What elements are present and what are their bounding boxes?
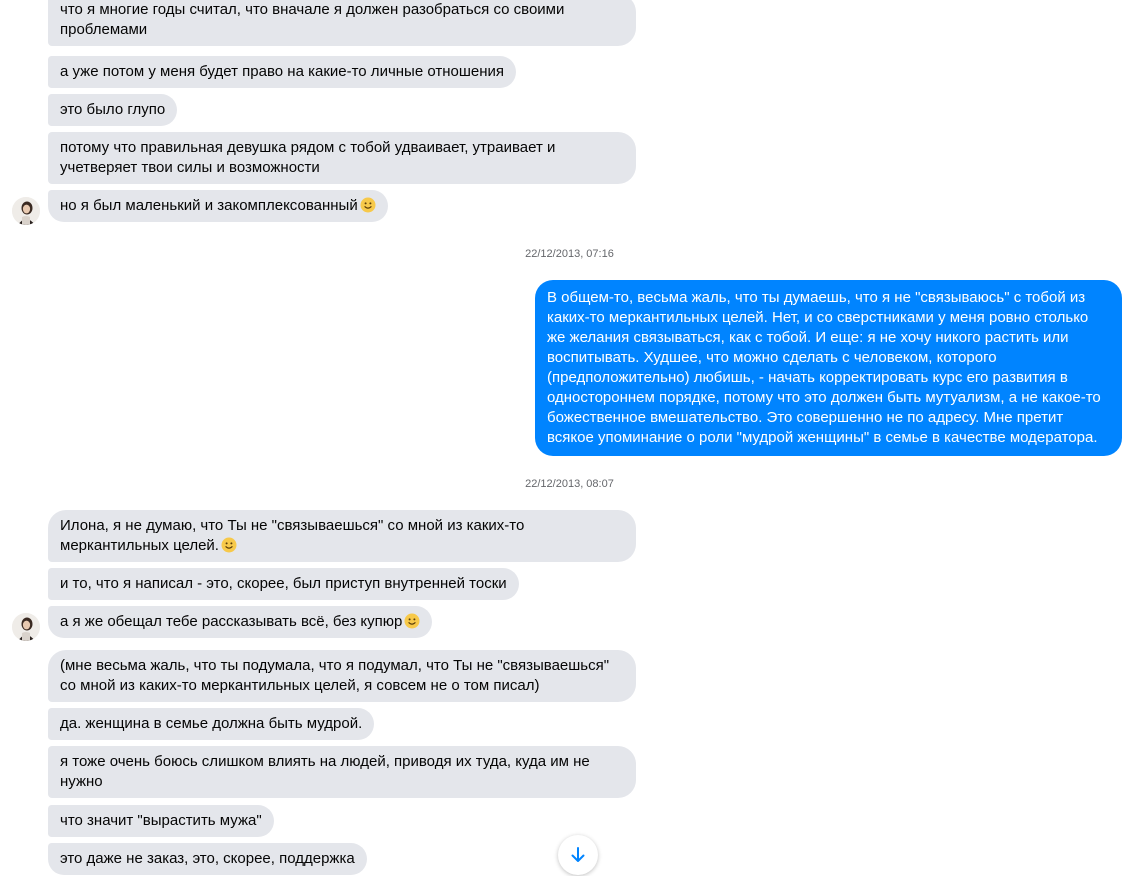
contact-avatar[interactable] [12, 613, 40, 641]
timestamp: 22/12/2013, 07:16 [525, 248, 614, 260]
message-bubble[interactable]: а уже потом у меня будет право на какие-… [48, 56, 517, 88]
message-bubble[interactable]: а я же обещал тебе рассказывать всё, без… [48, 606, 433, 638]
timestamp: 22/12/2013, 08:07 [525, 478, 614, 490]
message-text: что значит "вырастить мужа" [60, 812, 262, 829]
message-text: но я был маленький и закомплексованный [60, 197, 358, 214]
message-text: В общем-то, весьма жаль, что ты думаешь,… [547, 289, 1101, 446]
message-text: Илона, я не думаю, что Ты не "связываешь… [60, 517, 525, 554]
message-text: это даже не заказ, это, скорее, поддержк… [60, 850, 355, 867]
message-bubble[interactable]: (мне весьма жаль, что ты подумала, что я… [48, 650, 636, 702]
message-bubble[interactable]: но я был маленький и закомплексованный [48, 190, 388, 222]
smiley-emoji-icon [221, 537, 237, 553]
message-bubble[interactable]: это было глупо [48, 94, 178, 126]
smiley-emoji-icon [404, 613, 420, 629]
avatar-image [12, 197, 40, 225]
message-text: а уже потом у меня будет право на какие-… [60, 63, 505, 80]
contact-avatar[interactable] [12, 197, 40, 225]
message-bubble[interactable]: я тоже очень боюсь слишком влиять на люд… [48, 746, 636, 798]
message-bubble[interactable]: это даже не заказ, это, скорее, поддержк… [48, 843, 367, 875]
message-text: потому что правильная девушка рядом с то… [60, 139, 556, 176]
message-bubble-outgoing[interactable]: В общем-то, весьма жаль, что ты думаешь,… [535, 280, 1122, 456]
message-bubble[interactable]: потому что правильная девушка рядом с то… [48, 132, 636, 184]
message-bubble[interactable]: да. женщина в семье должна быть мудрой. [48, 708, 375, 740]
message-text: я тоже очень боюсь слишком влиять на люд… [60, 753, 590, 790]
message-text: да. женщина в семье должна быть мудрой. [60, 715, 363, 732]
message-text: и то, что я написал - это, скорее, был п… [60, 575, 507, 592]
message-bubble[interactable]: что значит "вырастить мужа" [48, 805, 274, 837]
scroll-to-bottom-button[interactable] [558, 835, 598, 875]
message-bubble[interactable]: Илона, я не думаю, что Ты не "связываешь… [48, 510, 636, 562]
avatar-image [12, 613, 40, 641]
smiley-emoji-icon [360, 197, 376, 213]
arrow-down-icon [571, 847, 585, 862]
message-bubble[interactable]: что я многие годы считал, что вначале я … [48, 0, 636, 46]
message-bubble[interactable]: и то, что я написал - это, скорее, был п… [48, 568, 519, 600]
message-text: (мне весьма жаль, что ты подумала, что я… [60, 657, 610, 694]
message-text: а я же обещал тебе рассказывать всё, без… [60, 613, 403, 630]
message-text: это было глупо [60, 101, 166, 118]
message-text: что я многие годы считал, что вначале я … [60, 1, 565, 38]
